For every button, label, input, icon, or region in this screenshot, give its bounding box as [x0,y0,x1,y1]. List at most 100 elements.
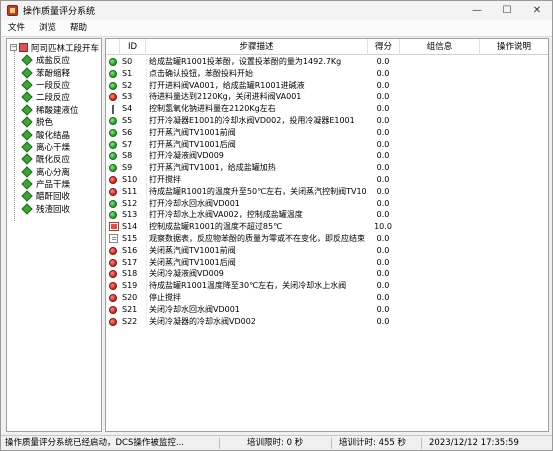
tree-item[interactable]: 脱色 [7,116,101,128]
tree-item[interactable]: 残渣回收 [7,203,101,215]
tree-item[interactable]: 酰化反应 [7,153,101,165]
check-fail-icon [109,93,117,102]
diamond-icon [21,79,33,91]
step-score: 0.0 [376,210,390,220]
header-id[interactable]: ID [120,39,146,55]
tree-item[interactable]: 一段反应 [7,79,101,91]
status-cell [109,280,120,292]
table-row[interactable]: S20 停止搅拌 0.0 [106,291,548,304]
table-row[interactable]: S6 打开蒸汽阀TV1001前阀 0.0 [106,126,548,139]
group-info [400,91,478,103]
table-row[interactable]: S2 打开进料阀VA001，给成盐罐R1001进碱液 0.0 [106,79,548,92]
table-row[interactable]: S3 待进料量达到2120Kg，关闭进料阀VA001 0.0 [106,91,548,104]
status-cell [109,68,120,80]
group-info [400,115,478,127]
table-row[interactable]: S16 关闭蒸汽阀TV1001前阀 0.0 [106,244,548,257]
steps-table: ID 步骤描述 得分 组信息 操作说明 S0 给成盐罐R1001投苯酚，设置投苯酚… [105,38,549,432]
table-row[interactable]: S14 控制成盐罐R1001的温度不超过85℃ 10.0 [106,221,548,233]
collapse-toggle-icon[interactable]: − [10,44,17,51]
close-button[interactable]: ✕ [522,1,552,20]
header-op[interactable]: 操作说明 [480,39,548,55]
tree-item[interactable]: 酸化结晶 [7,128,101,141]
table-row[interactable]: S22 关闭冷凝器的冷却水阀VD002 0.0 [106,315,548,328]
tree-item[interactable]: 产品干燥 [7,178,101,190]
menu-file[interactable]: 文件 [1,20,32,37]
minimize-button[interactable]: — [462,1,492,20]
step-id: S14 [122,222,138,232]
status-cell [109,245,120,257]
diamond-icon [21,54,33,66]
step-description: 打开冷却水回水阀VD001 [146,197,366,210]
status-cell [109,80,120,92]
table-row[interactable]: S1 点击确认投钮，苯酚投料开始 0.0 [106,67,548,80]
table-row[interactable]: S21 关闭冷却水回水阀VD001 0.0 [106,303,548,316]
group-info [400,186,478,198]
tree-item[interactable]: 成盐反应 [7,54,101,66]
group-info [400,198,478,210]
step-score: 0.0 [376,316,390,326]
status-cell [109,233,120,245]
group-info [400,233,478,245]
operation-note [480,233,548,245]
table-row[interactable]: S17 关闭蒸汽阀TV1001后阀 0.0 [106,256,548,269]
menu-browse[interactable]: 浏览 [32,20,63,37]
step-score: 0.0 [376,104,390,114]
step-description: 打开冷凝液阀VD009 [146,150,366,163]
operation-note [480,209,548,221]
step-score: 0.0 [376,245,390,255]
table-row[interactable]: S0 给成盐罐R1001投苯酚，设置投苯酚的量为1492.7Kg 0.0 [106,56,548,68]
status-cell [109,91,120,103]
step-description: 关闭蒸汽阀TV1001前阀 [146,244,366,257]
operation-note [480,150,548,162]
check-fail-icon [109,293,117,302]
table-row[interactable]: S7 打开蒸汽阀TV1001后阀 0.0 [106,138,548,151]
step-score: 0.0 [376,269,390,279]
table-row[interactable]: S12 打开冷却水回水阀VD001 0.0 [106,197,548,210]
tree-item[interactable]: 离心分离 [7,166,101,178]
table-row[interactable]: S4 控制氢氧化钠进料量在2120Kg左右 0.0 [106,103,548,115]
status-bar: 操作质量评分系统已经启动，DCS操作被监控... 培训限时: 0 秒 培训计时:… [1,435,552,450]
step-description: 关闭冷凝器的冷却水阀VD002 [146,315,366,328]
document-icon [109,233,118,243]
header-score[interactable]: 得分 [368,39,400,55]
step-description: 关闭冷却水回水阀VD001 [146,303,366,316]
group-info [400,316,478,328]
status-datetime: 2023/12/12 17:35:59 [429,438,519,448]
table-row[interactable]: S11 待成盐罐R1001的温度升至50℃左右，关闭蒸汽控制阀TV1001 0.0 [106,185,548,198]
tree-item[interactable]: 稀酸建液位 [7,104,101,116]
operation-note [480,245,548,257]
step-id: S8 [122,151,133,161]
step-score: 0.0 [376,163,390,173]
table-row[interactable]: S15 观察数据表，反应物苯酚的质量为零或不在变化，即反应结束 0.0 [106,232,548,245]
group-info [400,280,478,292]
operation-note [480,292,548,304]
operation-note [480,127,548,139]
check-fail-icon [109,258,117,267]
tree-root[interactable]: − 阿司匹林工段开车 [7,41,101,54]
tree-item[interactable]: 苯酚缩释 [7,66,101,79]
tree-item[interactable]: 离心干燥 [7,141,101,153]
table-row[interactable]: S9 打开蒸汽阀TV1001，给成盐罐加热 0.0 [106,162,548,174]
table-row[interactable]: S8 打开冷凝液阀VD009 0.0 [106,150,548,163]
diamond-icon [21,66,33,79]
menu-help[interactable]: 帮助 [63,20,94,37]
operation-note [480,115,548,127]
table-row[interactable]: S18 关闭冷凝液阀VD009 0.0 [106,268,548,281]
table-row[interactable]: S10 打开搅拌 0.0 [106,173,548,186]
step-score: 0.0 [376,174,390,184]
step-score: 0.0 [376,186,390,196]
header-desc[interactable]: 步骤描述 [146,39,368,55]
diamond-icon [21,104,33,116]
status-cell [109,268,120,280]
tree-item-label: 离心干燥 [36,142,71,153]
table-row[interactable]: S19 待成盐罐R1001温度降至30℃左右，关闭冷却水上水阀 0.0 [106,280,548,292]
status-cell [109,139,120,151]
step-id: S12 [122,198,138,208]
table-row[interactable]: S13 打开冷却水上水阀VA002，控制成盐罐温度 0.0 [106,209,548,222]
tree-item[interactable]: 醋酐回收 [7,190,101,202]
header-group[interactable]: 组信息 [400,39,480,55]
table-row[interactable]: S5 打开冷凝器E1001的冷却水阀VD002，投用冷凝器E1001 0.0 [106,114,548,127]
step-description: 打开蒸汽阀TV1001，给成盐罐加热 [146,162,366,174]
tree-item[interactable]: 二段反应 [7,91,101,103]
maximize-button[interactable]: ☐ [492,1,522,20]
